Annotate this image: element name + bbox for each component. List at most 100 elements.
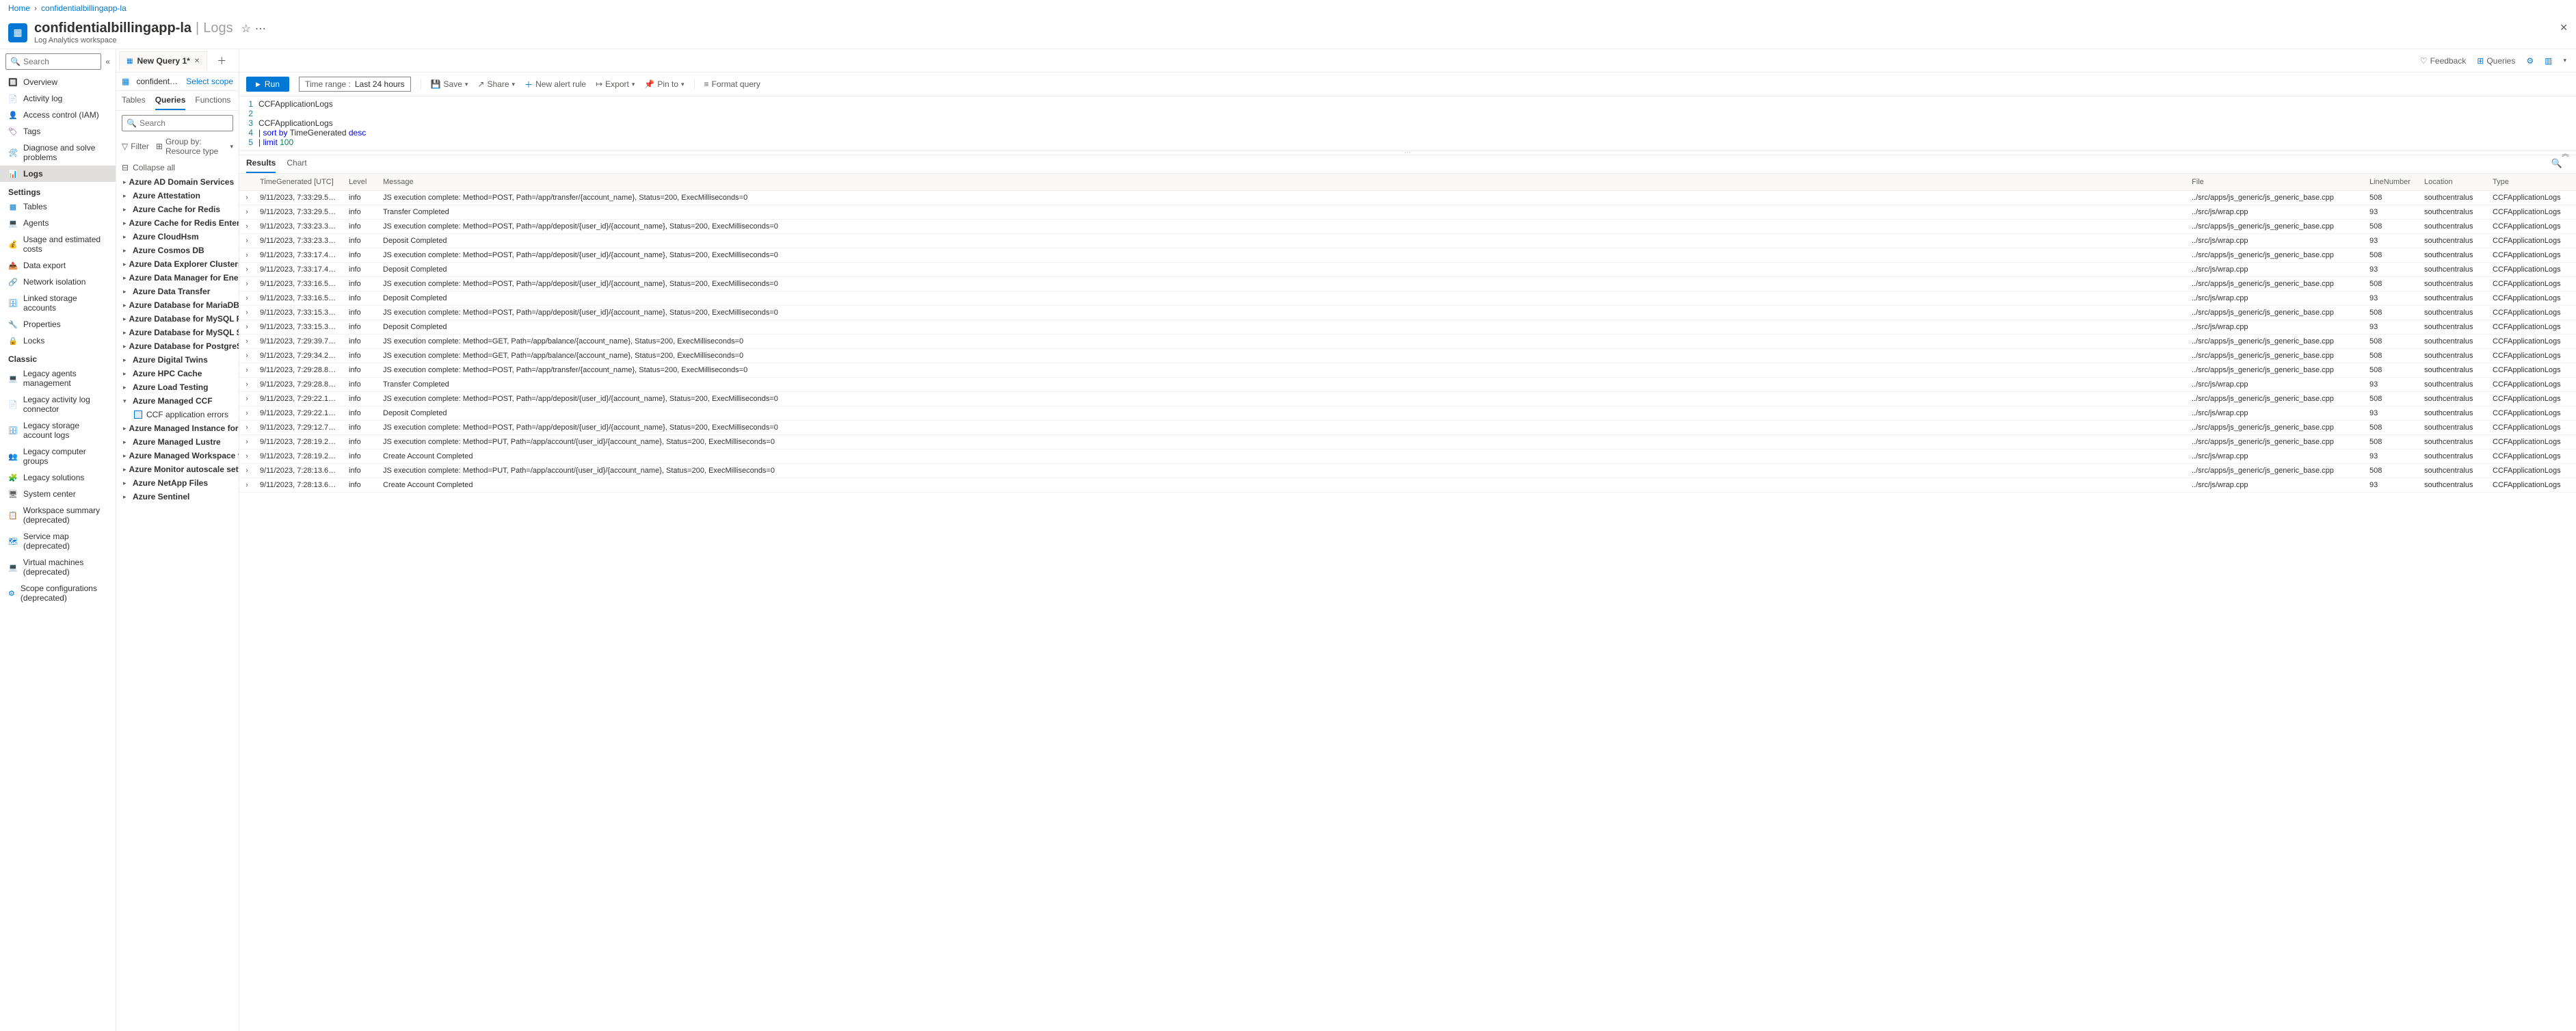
table-row[interactable]: ›9/11/2023, 7:33:29.593 PMinfoTransfer C… [239,205,2576,220]
table-row[interactable]: ›9/11/2023, 7:33:23.329 PMinfoDeposit Co… [239,234,2576,248]
close-icon[interactable]: ✕ [2560,22,2568,34]
query-editor[interactable]: 1CCFApplicationLogs23CCFApplicationLogs4… [239,96,2576,151]
panel-toggle-icon[interactable]: ▥ [2545,56,2552,66]
expand-row-icon[interactable]: › [239,191,254,205]
tree-item[interactable]: Azure NetApp Files [119,476,236,490]
nav-item[interactable]: 🗄Legacy storage account logs [0,417,116,443]
expand-row-icon[interactable]: › [239,263,254,277]
table-row[interactable]: ›9/11/2023, 7:28:19.225 PMinfoCreate Acc… [239,449,2576,464]
nav-item[interactable]: 💰Usage and estimated costs [0,231,116,257]
expand-row-icon[interactable]: › [239,248,254,263]
code-line[interactable]: | limit 100 [258,138,293,147]
code-line[interactable]: CCFApplicationLogs [258,118,333,128]
tree-item[interactable]: Azure CloudHsm [119,230,236,244]
tree-item[interactable]: Azure Cache for Redis Enterprise [119,216,236,230]
tree-item[interactable]: Azure Monitor autoscale settings [119,462,236,476]
table-row[interactable]: ›9/11/2023, 7:29:22.160 PMinfoJS executi… [239,392,2576,406]
breadcrumb-item[interactable]: confidentialbillingapp-la [41,3,127,13]
tree-item[interactable]: Azure HPC Cache [119,367,236,380]
nav-item[interactable]: 💻Legacy agents management [0,365,116,391]
nav-item[interactable]: ⚙Scope configurations (deprecated) [0,580,116,606]
tree-child[interactable]: CCF application errors [119,408,236,421]
nav-item[interactable]: 🔒Locks [0,332,116,349]
expand-row-icon[interactable]: › [239,320,254,335]
expand-row-icon[interactable]: › [239,205,254,220]
save-button[interactable]: 💾 Save ▾ [431,79,468,89]
table-row[interactable]: ›9/11/2023, 7:29:28.822 PMinfoTransfer C… [239,378,2576,392]
expand-row-icon[interactable]: › [239,435,254,449]
expand-row-icon[interactable]: › [239,464,254,478]
tree-item[interactable]: Azure Managed CCF [119,394,236,408]
feedback-button[interactable]: ♡ Feedback [2420,56,2466,66]
tree-item[interactable]: Azure Data Manager for Energy [119,271,236,285]
expand-row-icon[interactable]: › [239,392,254,406]
tree-item[interactable]: Azure Cache for Redis [119,203,236,216]
nav-item[interactable]: 📤Data export [0,257,116,274]
settings-gear-icon[interactable]: ⚙ [2526,56,2534,66]
expand-row-icon[interactable]: › [239,478,254,493]
tree-item[interactable]: Azure Attestation [119,189,236,203]
tree-item[interactable]: Azure Managed Instance for Apach [119,421,236,435]
nav-item[interactable]: 👥Legacy computer groups [0,443,116,469]
filter-button[interactable]: ▽ Filter [122,142,149,151]
tree-item[interactable]: Azure Cosmos DB [119,244,236,257]
expand-row-icon[interactable]: › [239,378,254,392]
nav-item[interactable]: 🏷Tags [0,123,116,140]
nav-item[interactable]: 📄Activity log [0,90,116,107]
tree-item[interactable]: Azure Sentinel [119,490,236,504]
nav-item[interactable]: 🔧Properties [0,316,116,332]
results-splitter[interactable]: ⋯ ︽ [239,151,2576,155]
nav-search-input[interactable] [23,57,96,66]
nav-item[interactable]: 💻Agents [0,215,116,231]
table-row[interactable]: ›9/11/2023, 7:28:19.225 PMinfoJS executi… [239,435,2576,449]
nav-item[interactable]: 📋Workspace summary (deprecated) [0,502,116,528]
export-button[interactable]: ↦ Export ▾ [596,79,635,89]
expand-row-icon[interactable]: › [239,363,254,378]
code-line[interactable]: CCFApplicationLogs [258,99,333,109]
close-tab-icon[interactable]: ✕ [194,57,200,65]
nav-item[interactable]: 🔲Overview [0,74,116,90]
tree-item[interactable]: Azure AD Domain Services [119,175,236,189]
run-button[interactable]: ▶ Run [246,77,289,92]
nav-item[interactable]: 🖥System center [0,486,116,502]
table-row[interactable]: ›9/11/2023, 7:29:34.294 PMinfoJS executi… [239,349,2576,363]
column-header[interactable]: Type [2487,174,2576,191]
column-header[interactable]: Location [2419,174,2487,191]
table-row[interactable]: ›9/11/2023, 7:33:16.566 PMinfoJS executi… [239,277,2576,291]
table-row[interactable]: ›9/11/2023, 7:33:17.485 PMinfoJS executi… [239,248,2576,263]
tree-item[interactable]: Azure Database for PostgreSQL Se [119,339,236,353]
new-alert-button[interactable]: ＋ New alert rule [525,79,586,90]
column-header[interactable]: TimeGenerated [UTC] [254,174,343,191]
column-header[interactable]: Message [377,174,2186,191]
nav-item[interactable]: 🗄Linked storage accounts [0,290,116,316]
table-row[interactable]: ›9/11/2023, 7:33:29.593 PMinfoJS executi… [239,191,2576,205]
tree-item[interactable]: Azure Digital Twins [119,353,236,367]
chevron-down-icon[interactable]: ▾ [2563,57,2566,64]
table-row[interactable]: ›9/11/2023, 7:33:15.377 PMinfoJS executi… [239,306,2576,320]
code-line[interactable]: | sort by TimeGenerated desc [258,128,366,138]
collapse-nav-icon[interactable]: « [105,57,110,66]
tree-item[interactable]: Azure Data Transfer [119,285,236,298]
expand-row-icon[interactable]: › [239,306,254,320]
expand-row-icon[interactable]: › [239,291,254,306]
tab-results[interactable]: Results [246,158,276,173]
nav-item[interactable]: 📄Legacy activity log connector [0,391,116,417]
pin-star-icon[interactable]: ☆ [241,22,251,36]
expand-row-icon[interactable]: › [239,421,254,435]
tree-item[interactable]: Azure Managed Lustre [119,435,236,449]
table-row[interactable]: ›9/11/2023, 7:29:12.783 PMinfoJS executi… [239,421,2576,435]
expand-row-icon[interactable]: › [239,406,254,421]
tree-item[interactable]: Azure Data Explorer Clusters [119,257,236,271]
tab-chart[interactable]: Chart [287,158,306,173]
queries-search-input[interactable] [140,118,228,128]
column-header[interactable]: LineNumber [2364,174,2419,191]
query-tab[interactable]: ▦ New Query 1* ✕ [119,51,207,70]
column-header[interactable]: Level [343,174,377,191]
nav-search-box[interactable]: 🔍 [5,53,101,70]
chevron-up-icon[interactable]: ︽ [2562,148,2569,159]
table-row[interactable]: ›9/11/2023, 7:29:22.160 PMinfoDeposit Co… [239,406,2576,421]
column-header[interactable]: File [2186,174,2364,191]
nav-item[interactable]: 💻Virtual machines (deprecated) [0,554,116,580]
tree-item[interactable]: Azure Managed Workspace for Gra [119,449,236,462]
expand-row-icon[interactable]: › [239,234,254,248]
